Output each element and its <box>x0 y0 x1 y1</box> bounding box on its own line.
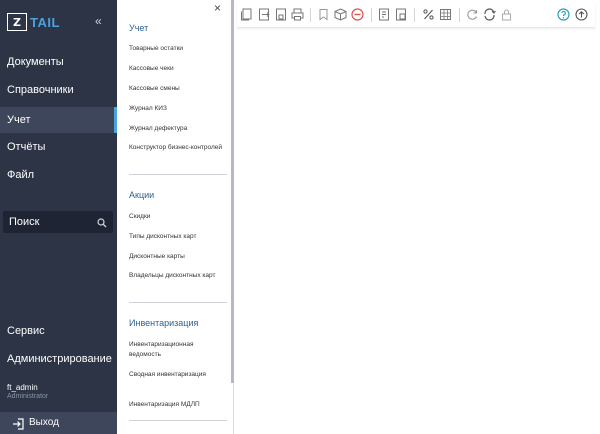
collapse-sidebar-icon[interactable]: « <box>95 14 102 28</box>
sidebar-item-label: Справочники <box>7 84 74 96</box>
sidebar-item-label: Сервис <box>7 325 45 337</box>
flyout-heading-inventory: Инвентаризация <box>129 318 199 328</box>
sidebar-item-label: Файл <box>7 169 35 181</box>
sidebar-item-administration[interactable]: Администрирование <box>0 346 117 372</box>
sidebar-search <box>3 211 113 233</box>
toolbar-separator <box>459 8 460 22</box>
flyout-scrollbar[interactable] <box>231 0 234 383</box>
document-workspace <box>236 30 600 434</box>
brand-logo[interactable]: Z TAIL <box>7 13 60 31</box>
flyout-divider <box>129 420 227 421</box>
sidebar-item-file[interactable]: Файл <box>0 162 117 188</box>
app-window: Z TAIL « Документы Справочники Учет Отчё… <box>0 0 600 434</box>
sidebar-item-service[interactable]: Сервис <box>0 318 117 344</box>
flyout-heading-accounting: Учет <box>129 23 149 33</box>
help-icon[interactable] <box>557 8 570 21</box>
flyout-item-defect-journal[interactable]: Журнал дефектура <box>129 124 225 134</box>
flyout-item-discount-card-types[interactable]: Типы дисконтных карт <box>129 232 225 242</box>
cancel-icon[interactable] <box>351 8 364 21</box>
toolbar-separator <box>310 8 311 22</box>
sidebar-item-label: Учет <box>7 114 31 126</box>
flyout-item-discount-card-owners[interactable]: Владельцы дисконтных карт <box>129 271 225 281</box>
upload-icon[interactable] <box>575 8 588 21</box>
logout-label: Выход <box>29 417 59 428</box>
flyout-item-cash-receipts[interactable]: Кассовые чеки <box>129 64 225 74</box>
flyout-divider <box>129 302 227 303</box>
save-document-icon[interactable] <box>275 8 288 21</box>
refresh-icon[interactable] <box>466 8 479 21</box>
copy-document-icon[interactable] <box>240 8 253 21</box>
logout-icon <box>12 417 24 434</box>
sidebar-item-accounting[interactable]: Учет <box>0 107 117 133</box>
lock-icon[interactable] <box>500 8 513 21</box>
flyout-item-kiz-journal[interactable]: Журнал КИЗ <box>129 104 225 114</box>
report-icon[interactable] <box>378 8 391 21</box>
close-icon[interactable]: × <box>214 1 221 15</box>
sidebar-item-documents[interactable]: Документы <box>0 49 117 75</box>
logout-button[interactable]: Выход <box>0 412 117 434</box>
flyout-heading-promotions: Акции <box>129 190 155 200</box>
print-icon[interactable] <box>291 8 304 21</box>
flyout-item-summary-inventory[interactable]: Сводная инвентаризация <box>129 370 225 380</box>
flyout-item-inventory-statement[interactable]: Инвентаризационная ведомость <box>129 340 225 360</box>
document-toolbar <box>237 2 595 28</box>
toolbar-separator <box>414 8 415 22</box>
sidebar-item-label: Администрирование <box>7 353 112 365</box>
logo-text: TAIL <box>30 14 60 30</box>
flyout-divider <box>129 174 227 175</box>
flyout-item-cash-shifts[interactable]: Кассовые смены <box>129 84 225 94</box>
search-input[interactable] <box>9 214 97 230</box>
table-icon[interactable] <box>439 8 452 21</box>
sidebar: Z TAIL « Документы Справочники Учет Отчё… <box>0 0 117 434</box>
logo-mark: Z <box>7 13 27 31</box>
percent-icon[interactable] <box>422 8 435 21</box>
export-document-icon[interactable] <box>258 8 271 21</box>
bookmark-icon[interactable] <box>317 8 330 21</box>
flyout-item-discount-cards[interactable]: Дисконтные карты <box>129 252 225 262</box>
flyout-item-business-controls[interactable]: Конструктор бизнес-контролей <box>129 143 225 153</box>
accounting-flyout-menu: × Учет Товарные остатки Кассовые чеки Ка… <box>117 0 234 434</box>
user-name: ft_admin <box>7 383 38 392</box>
sidebar-item-label: Отчёты <box>7 141 46 153</box>
toolbar-separator <box>371 8 372 22</box>
user-role: Administrator <box>7 393 49 400</box>
search-icon[interactable] <box>97 215 107 233</box>
flyout-item-mdlp-inventory[interactable]: Инвентаризация МДЛП <box>129 400 225 410</box>
sidebar-item-label: Документы <box>7 56 64 68</box>
sidebar-item-references[interactable]: Справочники <box>0 77 117 103</box>
flyout-item-stock-balances[interactable]: Товарные остатки <box>129 44 225 54</box>
document-list-icon[interactable] <box>395 8 408 21</box>
package-icon[interactable] <box>334 8 347 21</box>
sidebar-item-reports[interactable]: Отчёты <box>0 134 117 160</box>
flyout-item-discounts[interactable]: Скидки <box>129 212 225 222</box>
sync-icon[interactable] <box>483 8 496 21</box>
